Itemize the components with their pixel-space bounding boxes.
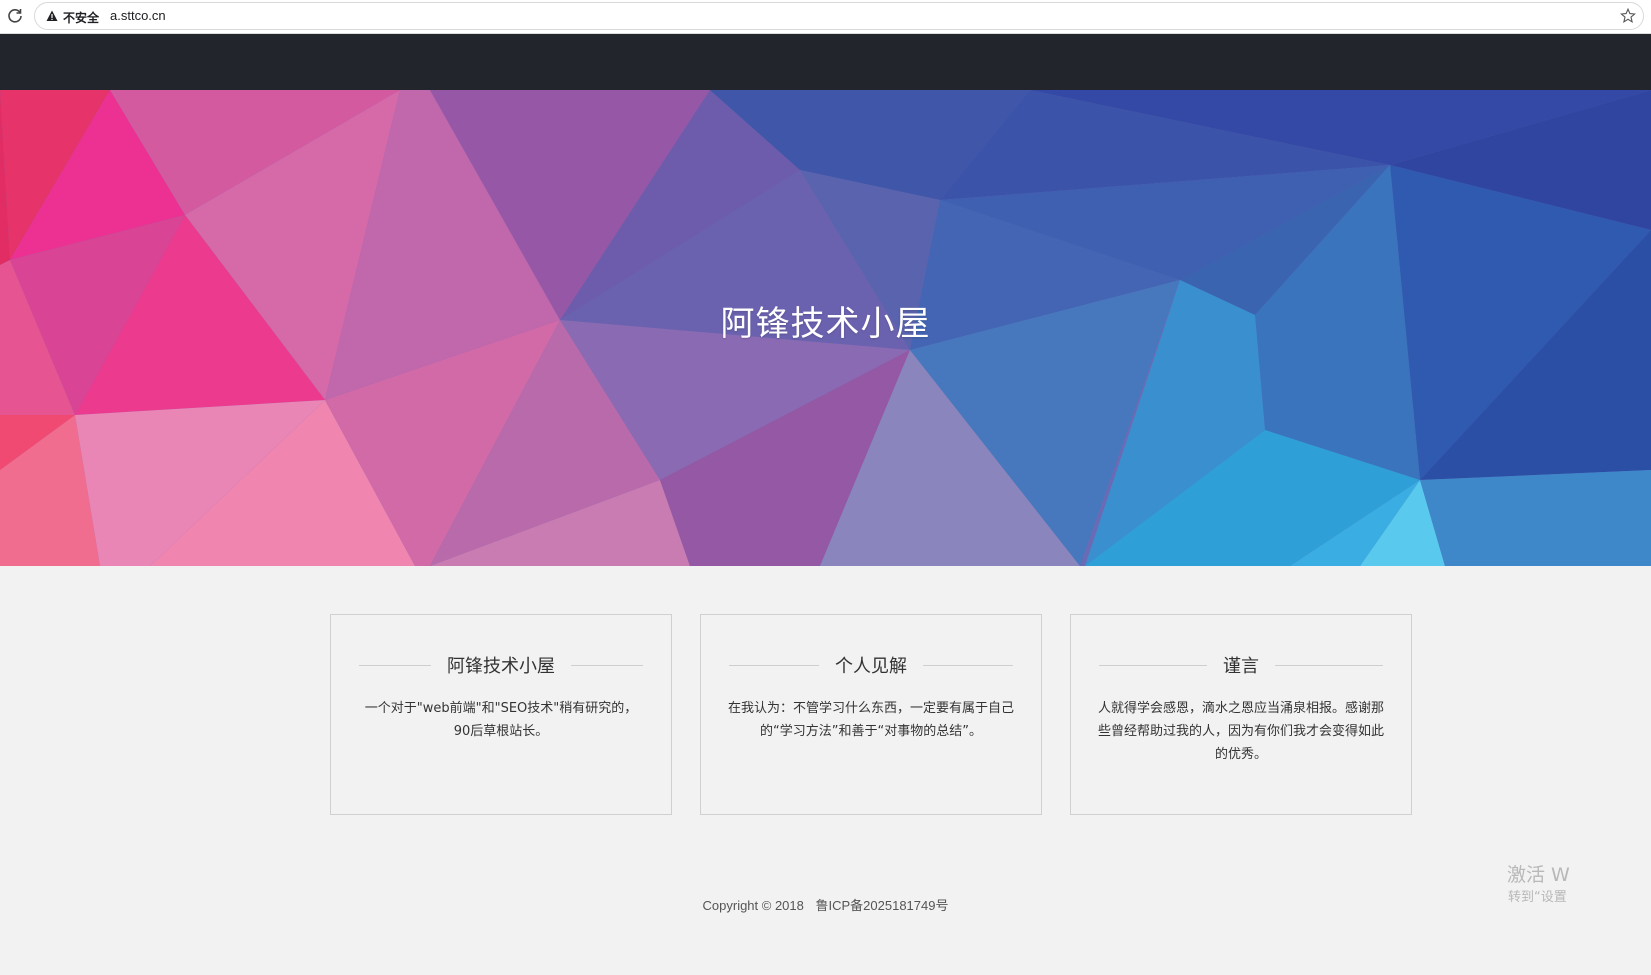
footer: Copyright © 2018 鲁ICP备2025181749号 xyxy=(0,895,1651,914)
divider-line xyxy=(729,664,819,666)
card-text: 一个对于"web前端"和"SEO技术"稍有研究的，90后草根站长。 xyxy=(364,701,638,739)
card-text: 人就得学会感恩，滴水之恩应当涌泉相报。感谢那些曾经帮助过我的人，因为有你们我才会… xyxy=(1097,701,1384,762)
site-nav-bar xyxy=(0,34,1651,90)
card-title: 谨言 xyxy=(1223,656,1259,677)
divider-line xyxy=(359,664,431,666)
icp-link[interactable]: 鲁ICP备2025181749号 xyxy=(816,898,949,913)
activation-watermark-title: 激活 W xyxy=(1507,864,1570,886)
hero-banner: 阿锋技术小屋 xyxy=(0,90,1651,566)
info-card-motto: 谨言 人就得学会感恩，滴水之恩应当涌泉相报。感谢那些曾经帮助过我的人，因为有你们… xyxy=(1070,614,1412,815)
card-text: 在我认为：不管学习什么东西，一定要有属于自己的“学习方法”和善于“对事物的总结”… xyxy=(727,701,1014,739)
divider-line xyxy=(1099,664,1207,666)
card-title: 个人见解 xyxy=(835,656,907,677)
divider-line xyxy=(1275,664,1383,666)
browser-toolbar: 不安全 a.sttco.cn xyxy=(0,0,1651,34)
divider-line xyxy=(571,664,643,666)
divider-line xyxy=(923,664,1013,666)
address-bar[interactable]: 不安全 a.sttco.cn xyxy=(34,2,1644,30)
info-card-opinion: 个人见解 在我认为：不管学习什么东西，一定要有属于自己的“学习方法”和善于“对事… xyxy=(700,614,1042,815)
security-label[interactable]: 不安全 xyxy=(63,9,99,26)
activation-watermark-subtitle: 转到“设置 xyxy=(1508,890,1567,905)
url-text[interactable]: a.sttco.cn xyxy=(110,8,166,23)
hero-title: 阿锋技术小屋 xyxy=(720,304,931,344)
info-card-about: 阿锋技术小屋 一个对于"web前端"和"SEO技术"稍有研究的，90后草根站长。 xyxy=(330,614,672,815)
reload-icon[interactable] xyxy=(4,5,26,27)
bookmark-star-icon[interactable] xyxy=(1619,7,1637,25)
copyright-text: Copyright © 2018 xyxy=(702,898,804,913)
card-title: 阿锋技术小屋 xyxy=(447,656,555,677)
warning-icon[interactable] xyxy=(45,9,59,23)
